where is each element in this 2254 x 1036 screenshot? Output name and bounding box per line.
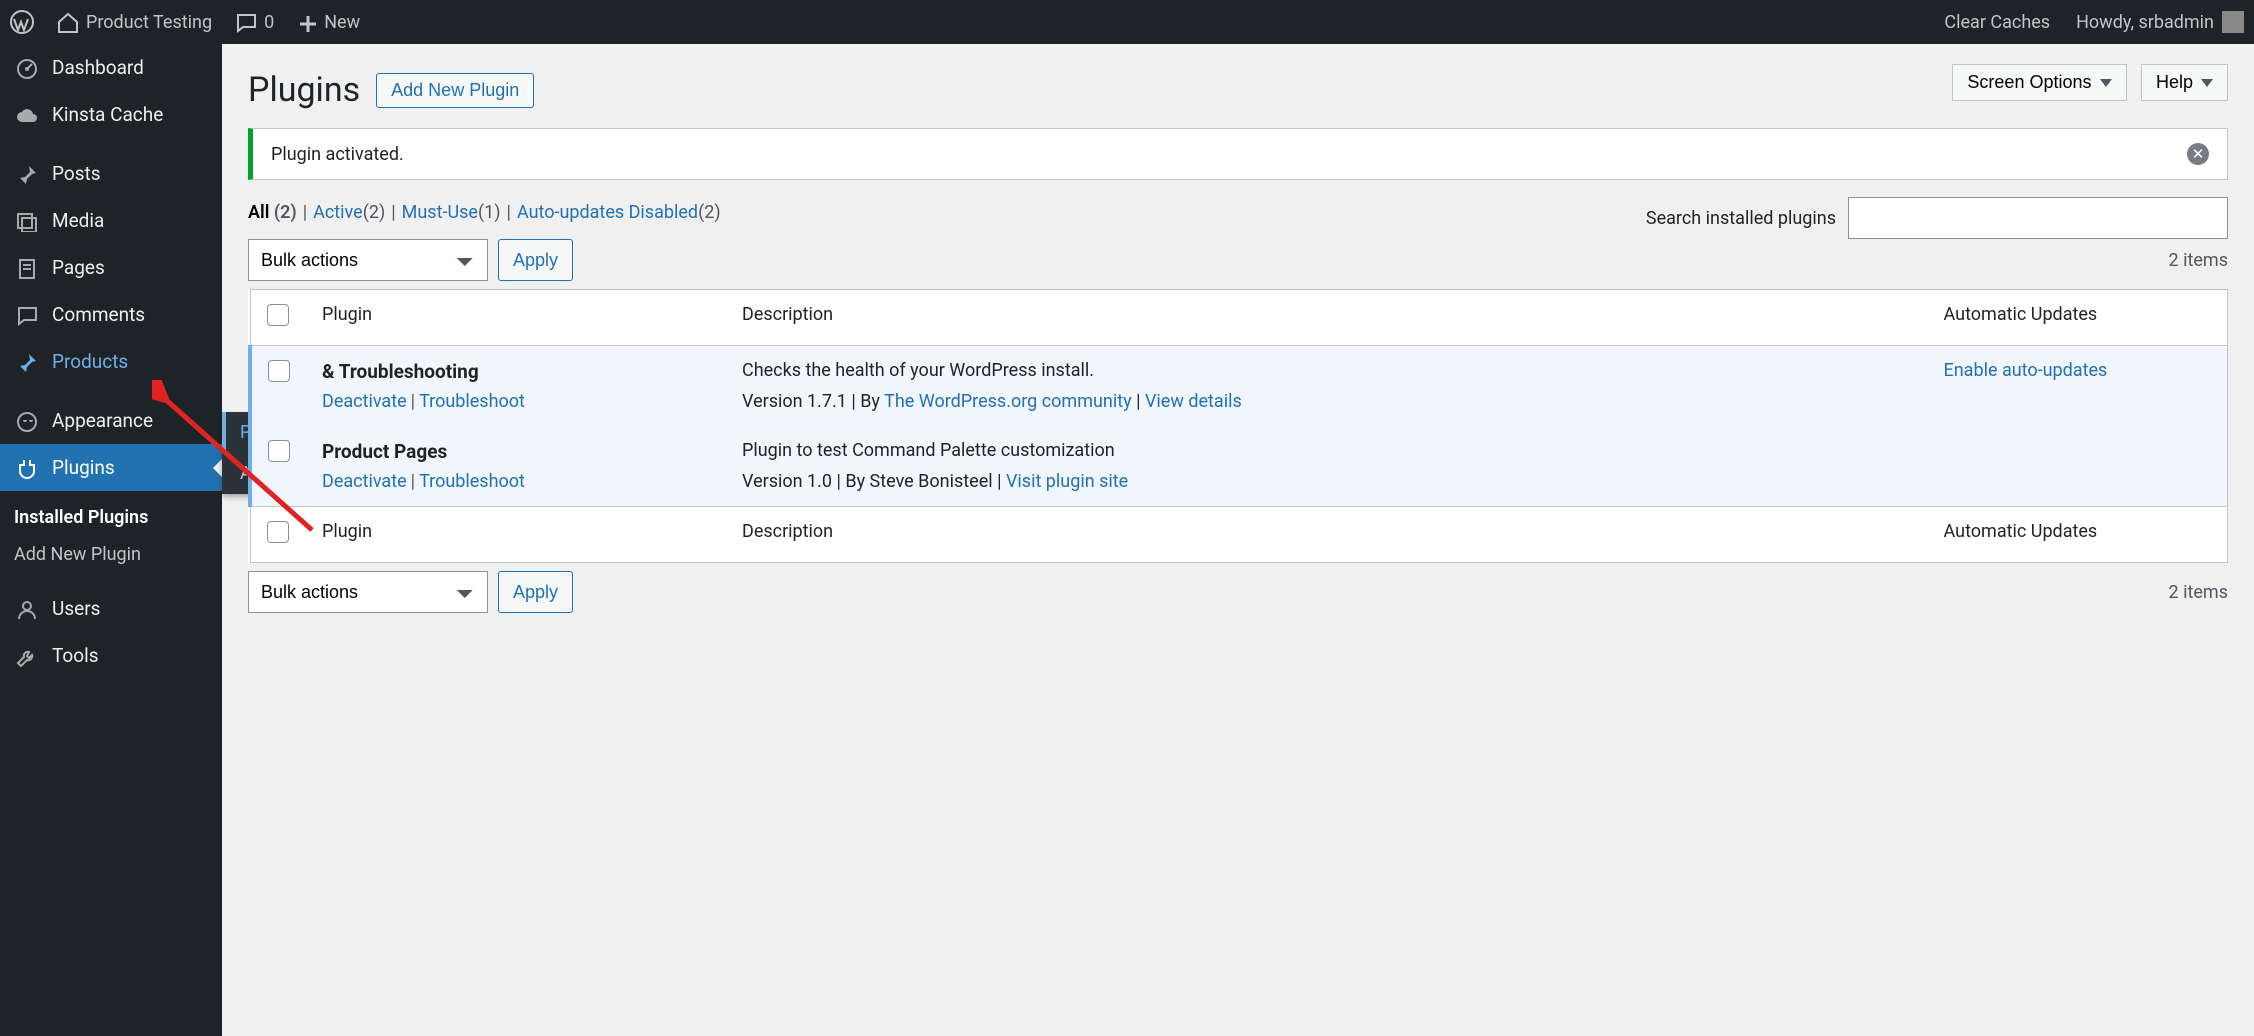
plugins-submenu: Installed Plugins Add New Plugin	[0, 491, 222, 585]
comment-icon	[234, 11, 256, 33]
clear-caches-link[interactable]: Clear Caches	[1944, 12, 2050, 33]
deactivate-link[interactable]: Deactivate	[322, 391, 407, 412]
sidebar-item-tools[interactable]: Tools	[0, 632, 222, 679]
plugin-row: Product Pages Deactivate|Troubleshoot Pl…	[250, 426, 2228, 507]
plugin-name: & Troubleshooting	[322, 360, 710, 383]
appearance-icon	[15, 410, 37, 432]
sidebar-item-plugins[interactable]: Plugins	[0, 444, 222, 491]
help-button[interactable]: Help	[2141, 64, 2228, 101]
sidebar-item-pages[interactable]: Pages	[0, 244, 222, 291]
sidebar-item-media[interactable]: Media	[0, 197, 222, 244]
row-checkbox[interactable]	[268, 440, 290, 462]
bulk-actions-select-bottom[interactable]: Bulk actions	[248, 571, 488, 613]
visit-plugin-site-link[interactable]: Visit plugin site	[1006, 471, 1128, 492]
dismiss-notice-button[interactable]: ✕	[2187, 143, 2209, 165]
main-content: Screen Options Help Plugins Add New Plug…	[222, 44, 2254, 1036]
items-count: 2 items	[2169, 250, 2228, 271]
screen-options-button[interactable]: Screen Options	[1952, 64, 2126, 101]
pin-icon	[15, 163, 37, 185]
comments-count: 0	[264, 12, 274, 33]
notice-activated: Plugin activated. ✕	[248, 128, 2228, 180]
plugin-name: Product Pages	[322, 440, 710, 463]
comments-link[interactable]: 0	[234, 11, 274, 33]
plugin-description: Checks the health of your WordPress inst…	[742, 360, 1912, 381]
col-description: Description	[726, 290, 1928, 346]
sidebar-item-products[interactable]: Products	[0, 338, 222, 385]
dashboard-icon	[15, 57, 37, 79]
new-link[interactable]: New	[296, 12, 360, 33]
page-title: Plugins	[248, 70, 360, 110]
wp-logo[interactable]	[10, 10, 34, 34]
page-icon	[15, 257, 37, 279]
tool-icon	[15, 645, 37, 667]
filter-auto-updates-disabled[interactable]: Auto-updates Disabled	[517, 202, 698, 223]
filter-must-use[interactable]: Must-Use	[402, 202, 478, 223]
cloud-icon	[15, 104, 37, 126]
pin-icon	[15, 351, 37, 373]
wordpress-icon	[10, 10, 34, 34]
new-label: New	[324, 12, 360, 33]
search-plugins-input[interactable]	[1848, 197, 2228, 239]
home-icon	[56, 11, 78, 33]
sidebar-item-dashboard[interactable]: Dashboard	[0, 44, 222, 91]
select-all-checkbox-footer[interactable]	[267, 521, 289, 543]
media-icon	[15, 210, 37, 232]
enable-auto-updates-link[interactable]: Enable auto-updates	[1944, 360, 2108, 381]
notice-text: Plugin activated.	[271, 144, 404, 165]
site-link[interactable]: Product Testing	[56, 11, 212, 33]
col-plugin: Plugin	[306, 290, 726, 346]
view-details-link[interactable]: View details	[1145, 391, 1242, 412]
submenu-add-new-plugin[interactable]: Add New Plugin	[14, 536, 222, 573]
search-label: Search installed plugins	[1646, 208, 1836, 229]
howdy-text: Howdy, srbadmin	[2076, 12, 2214, 33]
comment-icon	[15, 304, 37, 326]
avatar	[2222, 11, 2244, 33]
plus-icon	[296, 12, 316, 32]
sidebar-item-posts[interactable]: Posts	[0, 150, 222, 197]
plugin-author-link[interactable]: The WordPress.org community	[884, 391, 1132, 412]
sidebar-item-users[interactable]: Users	[0, 585, 222, 632]
account-link[interactable]: Howdy, srbadmin	[2076, 11, 2244, 33]
submenu-installed-plugins[interactable]: Installed Plugins	[14, 499, 222, 536]
add-new-plugin-button[interactable]: Add New Plugin	[376, 73, 534, 108]
apply-button-bottom[interactable]: Apply	[498, 571, 573, 613]
items-count-bottom: 2 items	[2169, 582, 2228, 603]
row-checkbox[interactable]	[268, 360, 290, 382]
sidebar-item-kinsta-cache[interactable]: Kinsta Cache	[0, 91, 222, 138]
site-name: Product Testing	[86, 12, 212, 33]
filter-active[interactable]: Active	[313, 202, 363, 223]
admin-toolbar: Product Testing 0 New Clear Caches Howdy…	[0, 0, 2254, 44]
chevron-down-icon	[2201, 79, 2213, 87]
deactivate-link[interactable]: Deactivate	[322, 471, 407, 492]
admin-sidebar: Dashboard Kinsta Cache Posts Media Pages…	[0, 44, 222, 1036]
user-icon	[15, 598, 37, 620]
col-auto-updates: Automatic Updates	[1928, 290, 2228, 346]
plugin-icon	[15, 457, 37, 479]
sidebar-item-comments[interactable]: Comments	[0, 291, 222, 338]
plugin-row: & Troubleshooting Deactivate|Troubleshoo…	[250, 346, 2228, 427]
filter-all[interactable]: All (2)	[248, 202, 297, 223]
bulk-actions-select[interactable]: Bulk actions	[248, 239, 488, 281]
sidebar-item-appearance[interactable]: Appearance	[0, 397, 222, 444]
chevron-down-icon	[2100, 79, 2112, 87]
troubleshoot-link[interactable]: Troubleshoot	[419, 391, 525, 412]
apply-button[interactable]: Apply	[498, 239, 573, 281]
plugin-description: Plugin to test Command Palette customiza…	[742, 440, 1912, 461]
troubleshoot-link[interactable]: Troubleshoot	[419, 471, 525, 492]
plugins-table: Plugin Description Automatic Updates & T…	[248, 289, 2228, 563]
select-all-checkbox[interactable]	[267, 304, 289, 326]
